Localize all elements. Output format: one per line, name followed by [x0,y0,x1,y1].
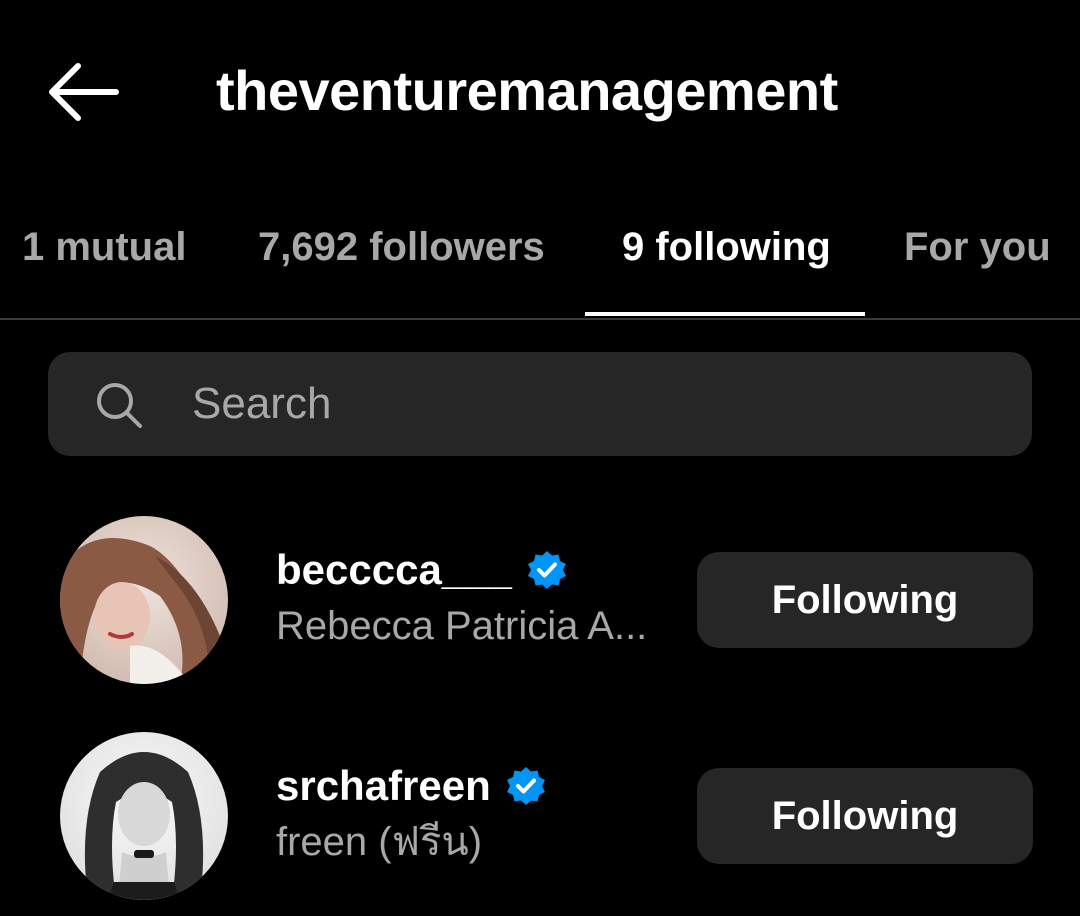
tab-mutual[interactable]: 1 mutual [22,222,186,272]
full-name: Rebecca Patricia A... [276,604,648,648]
username-line[interactable]: srchafreen [276,758,547,814]
following-button[interactable]: Following [697,768,1033,864]
top-bar: theventuremanagement [0,0,1080,180]
search-icon [97,383,142,428]
list-item: srchafreen freen (ฟรีน) Following [0,716,1080,916]
verified-badge-icon [506,767,545,805]
tab-bar: 1 mutual 7,692 followers 9 following For… [0,200,1080,320]
username: becccca___ [276,546,512,593]
tab-following[interactable]: 9 following [622,222,831,272]
tab-followers[interactable]: 7,692 followers [258,222,545,272]
full-name: freen (ฟรีน) [276,820,483,864]
page-title: theventuremanagement [216,59,838,122]
verified-badge-icon [527,551,566,589]
list-item: becccca___ Rebecca Patricia A... Followi… [0,500,1080,700]
search-input[interactable] [192,368,992,440]
following-button[interactable]: Following [697,552,1033,648]
username-line[interactable]: becccca___ [276,542,568,598]
username: srchafreen [276,762,491,809]
back-button[interactable] [40,54,128,130]
tab-for-you[interactable]: For you [904,222,1051,272]
avatar[interactable] [60,732,228,900]
active-tab-indicator [585,312,865,316]
avatar[interactable] [60,516,228,684]
arrow-left-icon [49,63,119,121]
